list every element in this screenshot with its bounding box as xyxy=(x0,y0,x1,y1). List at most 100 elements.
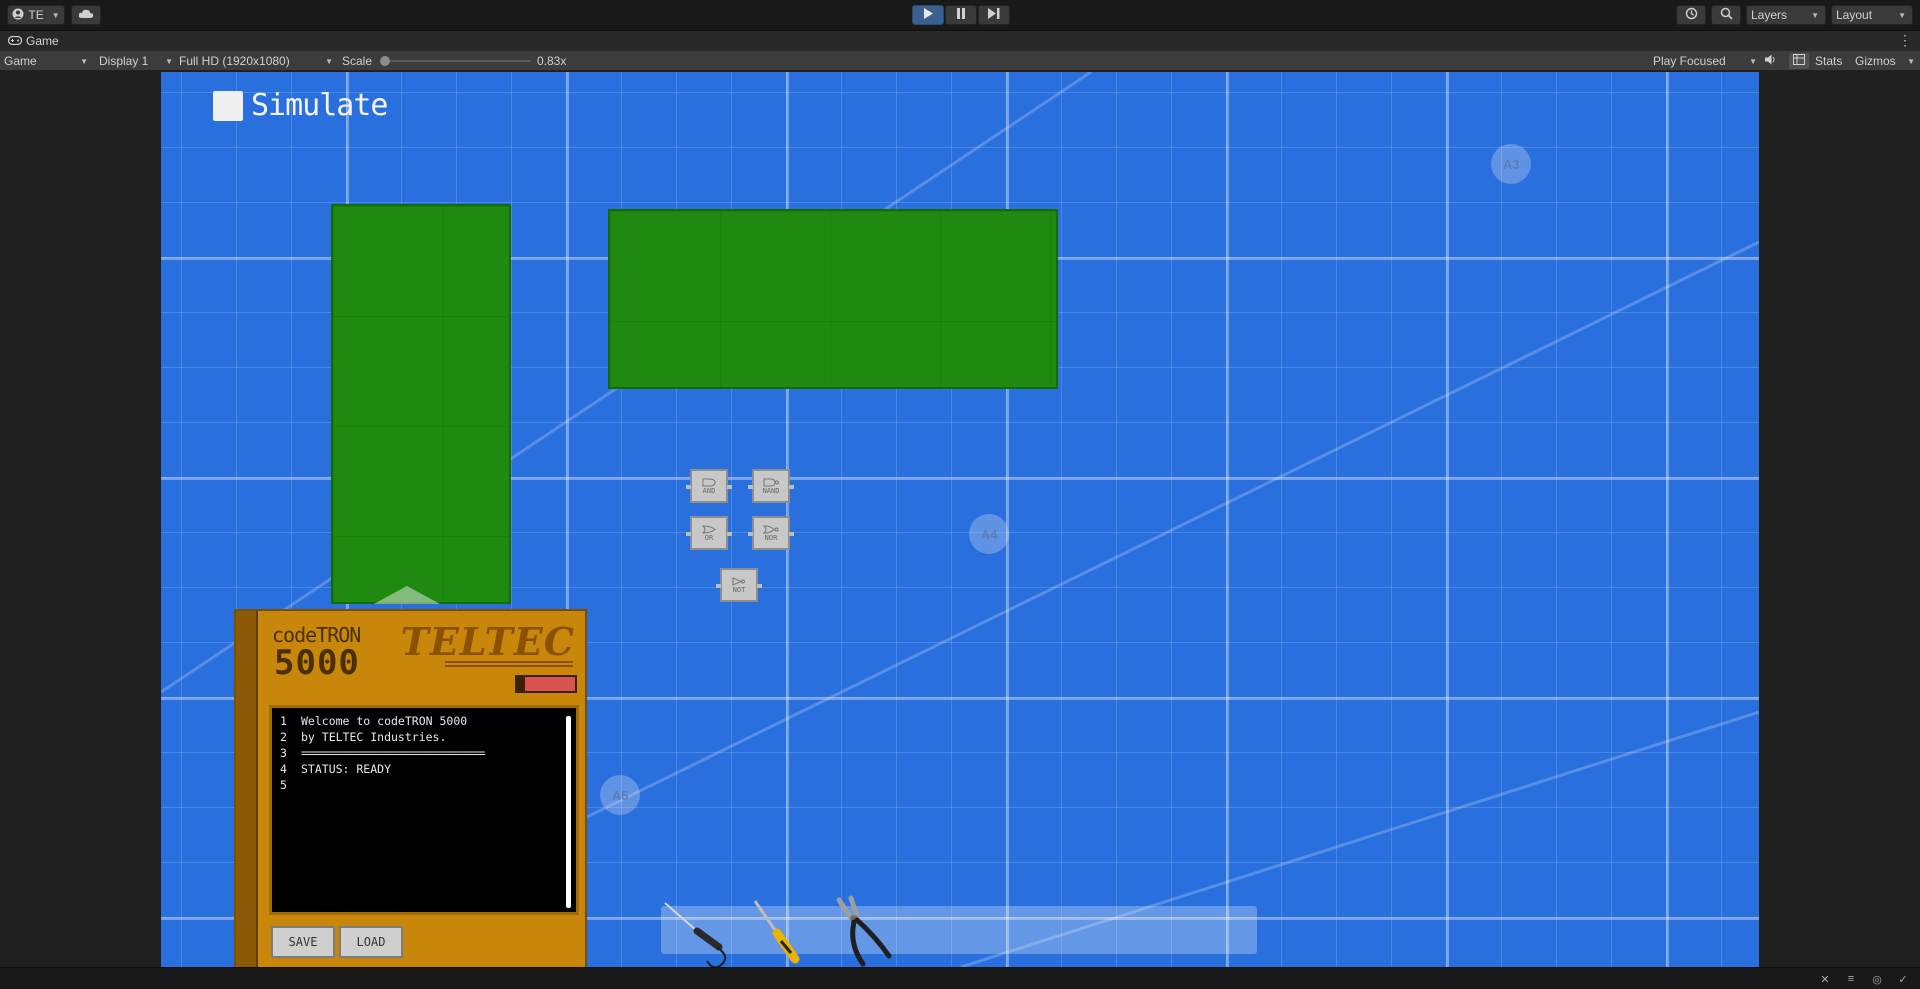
marker-a5: A5 xyxy=(600,775,640,815)
simulate-toggle[interactable]: Simulate xyxy=(213,88,388,123)
play-mode-label: Play Focused xyxy=(1653,54,1726,68)
pause-icon xyxy=(956,8,966,22)
device-side-strip xyxy=(236,611,258,967)
left-letterbox xyxy=(0,72,161,967)
scale-value: 0.83x xyxy=(537,54,567,68)
load-button[interactable]: LOAD xyxy=(339,926,403,958)
mute-audio-button[interactable] xyxy=(1765,53,1781,69)
chevron-down-icon: ▼ xyxy=(1811,10,1819,20)
circuit-board-horizontal[interactable] xyxy=(608,209,1058,389)
game-view-bar: Game ▼ Display 1 ▼ Full HD (1920x1080) ▼… xyxy=(0,51,1920,71)
scale-slider-thumb[interactable] xyxy=(380,56,390,66)
line-number: 2 xyxy=(280,730,287,744)
line-number: 4 xyxy=(280,762,287,776)
search-button[interactable] xyxy=(1711,5,1741,25)
gizmos-dropdown[interactable]: Gizmos ▼ xyxy=(1855,53,1915,69)
console-line: 4 STATUS: READY xyxy=(280,762,568,778)
speaker-icon xyxy=(1765,54,1777,68)
pliers-icon[interactable] xyxy=(829,894,899,967)
cloud-icon xyxy=(78,8,94,22)
tab-game[interactable]: Game xyxy=(7,33,59,49)
play-mode-dropdown[interactable]: Play Focused ▼ xyxy=(1653,53,1757,69)
brand-underline xyxy=(445,665,573,667)
console-line: 2 by TELTEC Industries. xyxy=(280,730,568,746)
display-dropdown[interactable]: Display 1 ▼ xyxy=(99,53,173,69)
resolution-label: Full HD (1920x1080) xyxy=(179,54,290,68)
layout-label: Layout xyxy=(1836,8,1873,22)
account-dropdown[interactable]: TE ▼ xyxy=(7,5,65,25)
line-text: STATUS: READY xyxy=(301,762,392,776)
gate-and[interactable]: AND xyxy=(686,469,732,503)
simulate-label: Simulate xyxy=(251,88,388,123)
marker-a3: A3 xyxy=(1491,144,1531,184)
step-icon xyxy=(988,8,1000,22)
gate-not[interactable]: NOT xyxy=(716,568,762,602)
more-options-icon[interactable]: ⋮ xyxy=(1898,32,1912,49)
screwdriver-icon[interactable] xyxy=(751,897,811,967)
marker-a4: A4 xyxy=(969,514,1009,554)
chevron-down-icon: ▼ xyxy=(1898,10,1906,20)
view-mode-dropdown[interactable]: Game ▼ xyxy=(4,53,88,69)
tab-game-label: Game xyxy=(26,34,59,48)
circuit-board-vertical[interactable] xyxy=(331,204,511,604)
bug-icon[interactable]: ✕ xyxy=(1818,972,1832,986)
gate-label: AND xyxy=(702,486,716,495)
and-gate-icon xyxy=(702,478,716,486)
undo-history-button[interactable] xyxy=(1676,5,1706,25)
network-icon[interactable]: ◎ xyxy=(1870,972,1884,986)
gate-nor[interactable]: NOR xyxy=(748,516,794,550)
main-toolbar: TE ▼ Layers ▼ Layout ▼ xyxy=(0,0,1920,31)
scale-slider-track[interactable] xyxy=(383,60,531,62)
layers-dropdown[interactable]: Layers ▼ xyxy=(1746,5,1826,25)
codetron-device: codeTRON 5000 TELTEC 1 Welcome to codeTR… xyxy=(234,609,587,967)
console-scrollbar[interactable] xyxy=(566,716,571,908)
console-line: 1 Welcome to codeTRON 5000 xyxy=(280,714,568,730)
chevron-down-icon: ▼ xyxy=(325,56,333,66)
check-circle-icon[interactable]: ✓ xyxy=(1896,972,1910,986)
line-number: 5 xyxy=(280,778,287,792)
grid-icon xyxy=(1793,54,1805,68)
chevron-down-icon: ▼ xyxy=(80,56,88,66)
gate-label: NAND xyxy=(762,486,780,495)
not-gate-icon xyxy=(732,576,745,586)
status-bar: ✕ ≡ ◎ ✓ xyxy=(0,967,1920,989)
chevron-down-icon: ▼ xyxy=(1749,56,1757,66)
save-button[interactable]: SAVE xyxy=(271,926,335,958)
line-number: 1 xyxy=(280,714,287,728)
pause-button[interactable] xyxy=(945,5,977,25)
stats-button[interactable]: Stats xyxy=(1815,53,1842,69)
gate-or[interactable]: OR xyxy=(686,516,732,550)
account-icon xyxy=(12,8,24,23)
play-button[interactable] xyxy=(912,5,944,25)
layout-dropdown[interactable]: Layout ▼ xyxy=(1831,5,1913,25)
line-text: by TELTEC Industries. xyxy=(301,730,447,744)
soldering-iron-icon[interactable] xyxy=(661,897,736,967)
scale-label: Scale xyxy=(342,54,373,68)
console-line: 5 xyxy=(280,778,568,794)
resolution-dropdown[interactable]: Full HD (1920x1080) ▼ xyxy=(179,53,333,69)
chevron-down-icon: ▼ xyxy=(51,10,60,20)
game-canvas[interactable]: Simulate A3 A4 A5 AND NAND OR NOR NOT co… xyxy=(161,72,1759,967)
line-text: ================================ xyxy=(301,746,485,760)
arrow-up-icon[interactable] xyxy=(374,584,440,604)
display-label: Display 1 xyxy=(99,54,149,68)
chevron-down-icon: ▼ xyxy=(1907,56,1915,66)
gamepad-icon xyxy=(7,34,23,48)
cloud-button[interactable] xyxy=(71,5,101,25)
nor-gate-icon xyxy=(763,524,779,534)
history-icon xyxy=(1685,7,1698,23)
step-button[interactable] xyxy=(978,5,1010,25)
toggle-grid-button[interactable] xyxy=(1789,53,1809,69)
line-text: Welcome to codeTRON 5000 xyxy=(301,714,468,728)
play-icon xyxy=(923,8,933,22)
line-number: 3 xyxy=(280,746,287,760)
gate-nand[interactable]: NAND xyxy=(748,469,794,503)
layers-stack-icon[interactable]: ≡ xyxy=(1844,972,1858,986)
simulate-checkbox[interactable] xyxy=(213,90,243,121)
view-mode-label: Game xyxy=(4,54,37,68)
gate-label: OR xyxy=(704,533,714,542)
device-model: 5000 xyxy=(274,643,360,683)
gate-label: NOT xyxy=(732,585,746,594)
code-console[interactable]: 1 Welcome to codeTRON 5000 2 by TELTEC I… xyxy=(269,705,579,915)
account-label: TE xyxy=(28,8,44,22)
